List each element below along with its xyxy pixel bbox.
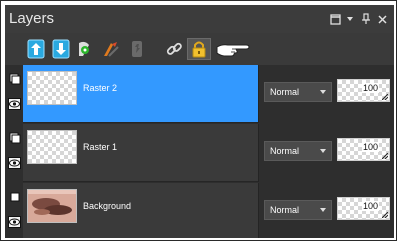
new-vector-layer-icon[interactable] xyxy=(50,38,72,60)
blend-mode-dropdown[interactable]: Normal xyxy=(264,200,332,220)
opacity-field[interactable]: 100 xyxy=(337,138,390,161)
layers-palette: Layers Raster 2 Normal 100 Raster 1 Norm… xyxy=(5,5,394,238)
layer-row-icons xyxy=(5,124,23,182)
layer-single-icon[interactable] xyxy=(8,191,21,203)
layer-stack-icon[interactable] xyxy=(8,132,21,144)
lock-icon[interactable] xyxy=(187,38,211,60)
layer-name: Background xyxy=(83,201,132,211)
visibility-eye-icon[interactable] xyxy=(8,216,21,228)
layer-thumbnail xyxy=(27,71,77,105)
opacity-value: 100 xyxy=(361,83,379,93)
layer-name: Raster 1 xyxy=(83,142,118,152)
visibility-eye-icon[interactable] xyxy=(8,98,21,110)
chevron-down-icon[interactable] xyxy=(345,11,355,27)
layer-name: Raster 2 xyxy=(83,83,118,93)
new-raster-layer-icon[interactable] xyxy=(25,38,47,60)
titlebar: Layers xyxy=(5,5,394,33)
blend-mode-value: Normal xyxy=(270,146,300,156)
layers-palette-frame: Layers Raster 2 Normal 100 Raster 1 Norm… xyxy=(0,0,397,241)
layer-row-icons xyxy=(5,65,23,123)
palette-title: Layers xyxy=(9,10,55,27)
layer-properties: Normal 100 xyxy=(258,65,394,123)
pointing-hand-icon[interactable] xyxy=(216,38,250,60)
resize-grip-icon xyxy=(382,212,388,218)
layers-toolbar xyxy=(5,33,394,65)
layer-properties: Normal 100 xyxy=(258,124,394,182)
resize-grip-icon xyxy=(382,153,388,159)
blend-mode-value: Normal xyxy=(270,87,300,97)
group-icon[interactable] xyxy=(126,38,148,60)
blend-mode-dropdown[interactable]: Normal xyxy=(264,82,332,102)
blend-mode-value: Normal xyxy=(270,205,300,215)
new-adjustment-layer-icon[interactable] xyxy=(100,38,122,60)
layer-row-raster-1[interactable]: Raster 1 xyxy=(23,124,258,182)
opacity-field[interactable]: 100 xyxy=(337,79,390,102)
new-mask-layer-icon[interactable] xyxy=(74,38,96,60)
opacity-field[interactable]: 100 xyxy=(337,197,390,220)
close-icon[interactable] xyxy=(376,11,388,27)
visibility-eye-icon[interactable] xyxy=(8,157,21,169)
layer-properties: Normal 100 xyxy=(258,183,394,238)
opacity-value: 100 xyxy=(361,142,379,152)
layer-stack-icon[interactable] xyxy=(8,73,21,85)
chevron-down-icon xyxy=(320,208,326,212)
pin-icon[interactable] xyxy=(360,11,372,27)
layer-thumbnail xyxy=(27,130,77,164)
blend-mode-dropdown[interactable]: Normal xyxy=(264,141,332,161)
link-icon[interactable] xyxy=(163,38,185,60)
chevron-down-icon xyxy=(320,149,326,153)
layer-row-background[interactable]: Background xyxy=(23,183,258,238)
layer-thumbnail xyxy=(27,189,77,223)
resize-grip-icon xyxy=(382,94,388,100)
layer-list: Raster 2 Normal 100 Raster 1 Normal 100 … xyxy=(5,65,394,238)
maximize-icon[interactable] xyxy=(328,11,342,27)
opacity-value: 100 xyxy=(361,201,379,211)
layer-row-raster-2[interactable]: Raster 2 xyxy=(23,65,258,123)
layer-row-icons xyxy=(5,183,23,238)
chevron-down-icon xyxy=(320,90,326,94)
